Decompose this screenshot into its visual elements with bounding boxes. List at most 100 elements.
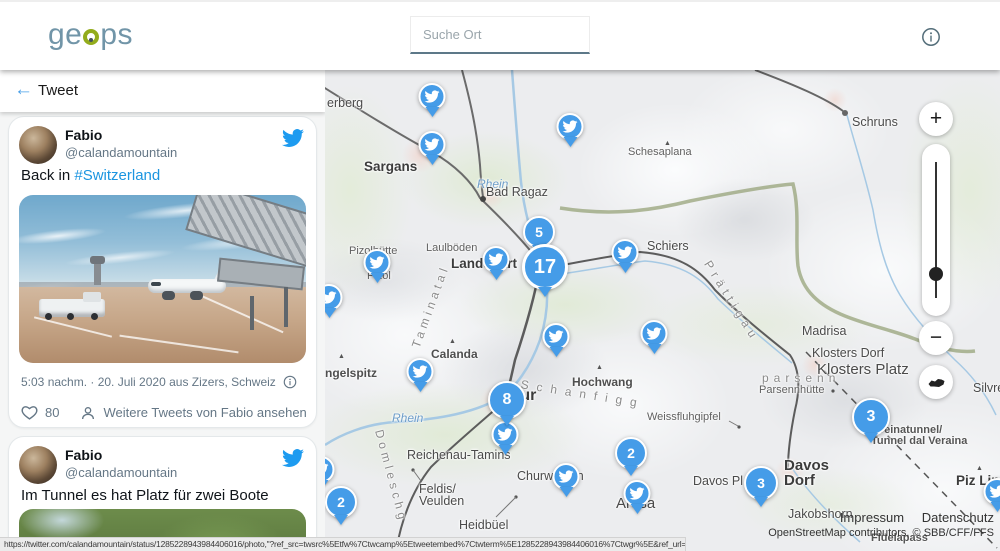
tweet-cluster-marker[interactable]: 2 [615,437,647,483]
like-count: 80 [45,405,59,420]
twitter-bird-icon [325,284,343,311]
tweet-marker[interactable] [483,246,510,287]
map-label: Veulden [419,495,464,508]
peak-icon: ▲ [976,465,983,472]
tweet-marker[interactable] [612,239,639,280]
map-label: Schiers [647,240,689,253]
peak-icon: ▲ [664,140,671,147]
tweet-marker[interactable] [325,284,343,325]
map-label: Weissfluhgipfel [647,412,721,424]
tweet-cluster-marker[interactable]: 3 [852,398,890,450]
marker-tail [498,445,512,462]
tweet-marker[interactable] [364,249,391,290]
map-label: parsenn [762,372,840,385]
avatar[interactable] [19,446,57,484]
like-icon[interactable] [21,404,38,421]
more-tweets-link[interactable]: Weitere Tweets von Fabio ansehen [103,405,306,420]
zoom-slider-knob[interactable] [929,267,943,281]
tweet-cluster-marker[interactable]: 17 [522,244,568,304]
logo-text-ge: ge [48,18,82,51]
twitter-bird-icon [557,113,584,140]
datenschutz-link[interactable]: Datenschutz [922,510,994,525]
header: geps [0,0,1000,70]
tweet-hashtag-link[interactable]: #Switzerland [74,167,160,184]
search-input[interactable] [421,26,601,43]
app: geps ← Tweet Fabio @calandamountain [0,0,1000,551]
twitter-bird-icon [364,249,391,276]
twitter-bird-icon [543,323,570,350]
peak-icon: ▲ [338,353,345,360]
leader-line [496,497,516,517]
switzerland-icon [927,376,946,389]
twitter-bird-icon [419,131,446,158]
cluster-count: 3 [852,398,890,436]
twitter-bird-icon [483,246,510,273]
map-label: Dorf [784,473,815,489]
tweet-marker[interactable] [641,320,668,361]
user-icon[interactable] [80,405,96,421]
marker-tail [624,466,638,483]
tweet-info-icon[interactable] [283,375,297,389]
twitter-bird-icon [612,239,639,266]
landquart-river-line [547,261,792,363]
twitter-icon[interactable] [282,127,304,149]
marker-tail [563,137,577,154]
tweet-time-text: 5:03 nachm. · 20. Juli 2020 aus Zizers, … [21,375,276,389]
zoom-in-button[interactable]: + [919,102,953,136]
marker-tail [630,504,644,521]
tweet-marker[interactable] [419,83,446,124]
photo-control-tower [94,262,101,285]
marker-tail [334,515,348,532]
map-label: Calanda [431,348,478,361]
marker-tail [864,433,878,450]
leader-dot [831,389,834,392]
tweet-card-1[interactable]: Fabio @calandamountain Back in #Switzerl… [8,116,317,428]
zoom-slider[interactable] [922,144,950,316]
tweet-card-2[interactable]: Fabio @calandamountain Im Tunnel es hat … [8,436,317,551]
avatar[interactable] [19,126,57,164]
panel-title: Tweet [38,82,78,99]
tweet-marker[interactable] [419,131,446,172]
tweet-panel: ← Tweet Fabio @calandamountain Back in #… [0,70,325,551]
map-label: Madrisa [802,325,846,338]
tweet-marker[interactable] [557,113,584,154]
impressum-link[interactable]: Impressum [840,510,904,525]
back-button[interactable]: ← [14,79,33,101]
tweet-cluster-marker[interactable]: 8 [488,381,526,433]
map-label: Schesaplana [628,147,692,159]
peak-icon: ▲ [596,364,603,371]
tweet-timestamp: 5:03 nachm. · 20. Juli 2020 aus Zizers, … [21,375,301,389]
marker-tail [425,155,439,172]
twitter-icon[interactable] [282,447,304,469]
tweet-photo-airport[interactable] [19,195,306,363]
map-label: Davos Pl [693,475,743,488]
marker-tail [489,270,503,287]
search-box[interactable] [410,16,590,54]
tweet-cluster-marker[interactable]: 2 [325,486,357,532]
leader-line [413,470,421,481]
switzerland-extent-button[interactable] [919,365,953,399]
marker-tail [754,497,768,514]
geops-logo[interactable]: geps [48,18,133,52]
map-label: Silvretta [973,382,1000,395]
map[interactable]: erbergSargansRheinBad RagazSchrunsSchesa… [325,70,1000,551]
tweet-marker[interactable] [624,480,651,521]
twitter-bird-icon [984,478,1000,505]
marker-tail [647,344,661,361]
tweet-marker[interactable] [553,463,580,504]
map-label: Sargans [364,160,417,174]
browser-status-bar: https://twitter.com/calandamountain/stat… [0,537,686,551]
tweet-marker[interactable] [407,358,434,399]
tweet-author-handle: @calandamountain [65,465,177,480]
panel-header: ← Tweet [0,70,325,112]
map-label: Laulböden [426,243,477,255]
map-label: Klosters Dorf [812,347,884,360]
tweet-cluster-marker[interactable]: 3 [744,466,778,514]
zoom-out-button[interactable]: − [919,321,953,355]
tweet-actions: 80 Weitere Tweets von Fabio ansehen [21,404,307,421]
tweet-marker[interactable] [543,323,570,364]
info-icon[interactable] [921,27,941,47]
marker-tail [325,308,336,325]
map-label: ngelspitz [325,367,377,380]
tweet-text: Im Tunnel es hat Platz für zwei Boote [21,487,269,504]
